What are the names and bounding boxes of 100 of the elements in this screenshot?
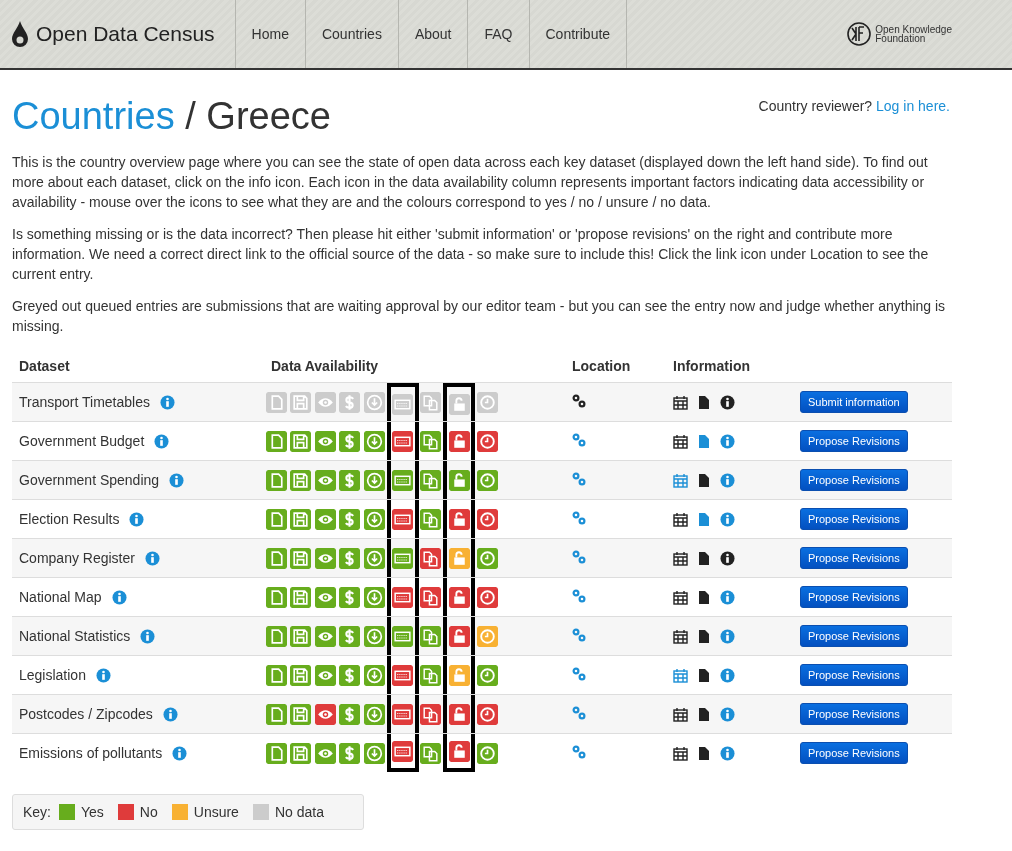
dollar-icon[interactable]: [339, 742, 361, 764]
calendar-icon[interactable]: [673, 628, 688, 644]
dollar-icon[interactable]: [339, 586, 361, 608]
download-icon[interactable]: [363, 391, 385, 413]
revision-button[interactable]: Propose Revisions: [800, 430, 908, 452]
eye-icon[interactable]: [314, 430, 336, 452]
copy-icon[interactable]: [420, 664, 442, 686]
document-icon[interactable]: [698, 550, 710, 566]
copy-icon[interactable]: [420, 586, 442, 608]
revision-button[interactable]: Submit information: [800, 391, 908, 413]
document-icon[interactable]: [698, 745, 710, 761]
copy-icon[interactable]: [420, 742, 442, 764]
clock-icon[interactable]: [476, 430, 498, 452]
keyboard-icon[interactable]: [392, 740, 413, 762]
revision-button[interactable]: Propose Revisions: [800, 547, 908, 569]
revision-button[interactable]: Propose Revisions: [800, 625, 908, 647]
document-icon[interactable]: [698, 589, 710, 605]
copy-icon[interactable]: [420, 469, 442, 491]
document-icon[interactable]: [698, 667, 710, 683]
dollar-icon[interactable]: [339, 469, 361, 491]
download-icon[interactable]: [363, 586, 385, 608]
revision-button[interactable]: Propose Revisions: [800, 586, 908, 608]
clock-icon[interactable]: [476, 547, 498, 569]
dollar-icon[interactable]: [339, 547, 361, 569]
open-lock-icon[interactable]: [448, 469, 470, 491]
revision-button[interactable]: Propose Revisions: [800, 742, 908, 764]
clock-icon[interactable]: [476, 703, 498, 725]
copy-icon[interactable]: [420, 703, 442, 725]
dollar-icon[interactable]: [339, 430, 361, 452]
nav-link[interactable]: About: [397, 0, 468, 68]
open-lock-icon[interactable]: [448, 586, 470, 608]
keyboard-icon[interactable]: [392, 664, 413, 686]
nav-link[interactable]: Countries: [304, 0, 398, 68]
open-lock-icon[interactable]: [448, 430, 470, 452]
calendar-icon[interactable]: [673, 745, 688, 761]
open-lock-icon[interactable]: [448, 508, 470, 530]
info-icon[interactable]: [720, 394, 735, 410]
dollar-icon[interactable]: [339, 391, 361, 413]
download-icon[interactable]: [363, 742, 385, 764]
dollar-icon[interactable]: [339, 703, 361, 725]
open-lock-icon[interactable]: [448, 664, 470, 686]
clock-icon[interactable]: [476, 664, 498, 686]
calendar-icon[interactable]: [673, 589, 688, 605]
keyboard-icon[interactable]: [392, 586, 413, 608]
download-icon[interactable]: [363, 430, 385, 452]
keyboard-icon[interactable]: [392, 703, 413, 725]
keyboard-icon[interactable]: [392, 625, 413, 647]
link-icon[interactable]: [572, 393, 586, 408]
eye-icon[interactable]: [314, 742, 336, 764]
copy-icon[interactable]: [420, 625, 442, 647]
dollar-icon[interactable]: [339, 625, 361, 647]
clock-icon[interactable]: [476, 469, 498, 491]
clock-icon[interactable]: [476, 742, 498, 764]
copy-icon[interactable]: [420, 547, 442, 569]
document-icon[interactable]: [698, 394, 710, 410]
breadcrumb-link[interactable]: Countries: [12, 95, 175, 137]
document-icon[interactable]: [698, 628, 710, 644]
eye-icon[interactable]: [314, 469, 336, 491]
document-icon[interactable]: [698, 472, 710, 488]
eye-icon[interactable]: [314, 664, 336, 686]
download-icon[interactable]: [363, 625, 385, 647]
keyboard-icon[interactable]: [392, 430, 413, 452]
login-link[interactable]: Log in here.: [876, 98, 950, 114]
eye-icon[interactable]: [314, 586, 336, 608]
download-icon[interactable]: [363, 664, 385, 686]
eye-icon[interactable]: [314, 508, 336, 530]
download-icon[interactable]: [363, 469, 385, 491]
calendar-icon[interactable]: [673, 394, 688, 410]
nav-link[interactable]: Home: [234, 0, 305, 68]
open-lock-icon[interactable]: [448, 625, 470, 647]
copy-icon[interactable]: [420, 430, 442, 452]
copy-icon[interactable]: [420, 508, 442, 530]
info-icon[interactable]: [720, 550, 735, 566]
keyboard-icon[interactable]: [392, 547, 413, 569]
site-logo-text[interactable]: Open Data Census: [36, 22, 215, 46]
keyboard-icon[interactable]: [392, 469, 413, 491]
eye-icon[interactable]: [314, 703, 336, 725]
clock-icon[interactable]: [476, 625, 498, 647]
keyboard-icon[interactable]: [392, 508, 413, 530]
nav-link[interactable]: FAQ: [467, 0, 529, 68]
nav-link[interactable]: Contribute: [528, 0, 628, 68]
revision-button[interactable]: Propose Revisions: [800, 664, 908, 686]
clock-icon[interactable]: [476, 586, 498, 608]
revision-button[interactable]: Propose Revisions: [800, 508, 908, 530]
eye-icon[interactable]: [314, 625, 336, 647]
dollar-icon[interactable]: [339, 508, 361, 530]
dollar-icon[interactable]: [339, 664, 361, 686]
download-icon[interactable]: [363, 508, 385, 530]
revision-button[interactable]: Propose Revisions: [800, 469, 908, 491]
revision-button[interactable]: Propose Revisions: [800, 703, 908, 725]
open-lock-icon[interactable]: [448, 740, 470, 762]
download-icon[interactable]: [363, 547, 385, 569]
document-icon[interactable]: [698, 706, 710, 722]
calendar-icon[interactable]: [673, 433, 688, 449]
open-lock-icon[interactable]: [448, 547, 470, 569]
calendar-icon[interactable]: [673, 550, 688, 566]
open-lock-icon[interactable]: [448, 703, 470, 725]
clock-icon[interactable]: [476, 508, 498, 530]
eye-icon[interactable]: [314, 547, 336, 569]
calendar-icon[interactable]: [673, 706, 688, 722]
